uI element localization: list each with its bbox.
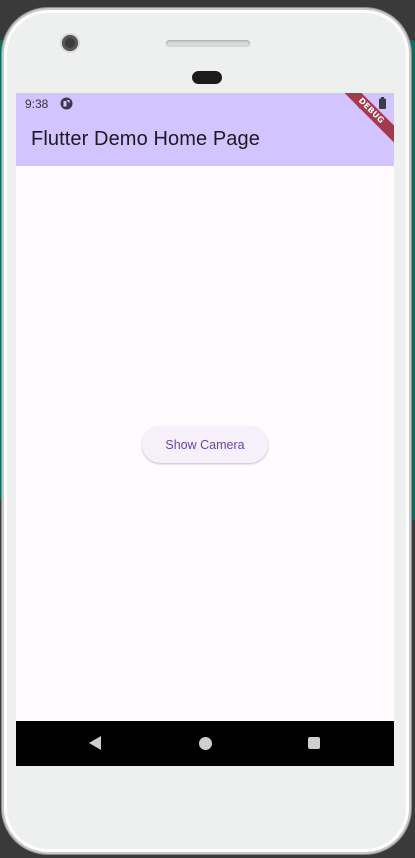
device-screen: 9:38 Flutter Demo Home Page DEBUG Show C… bbox=[16, 93, 394, 766]
show-camera-button[interactable]: Show Camera bbox=[142, 426, 268, 463]
battery-icon bbox=[379, 97, 386, 109]
back-triangle-icon[interactable] bbox=[88, 735, 102, 751]
status-bar: 9:38 bbox=[16, 93, 394, 115]
navigation-bar bbox=[16, 721, 394, 766]
speaker-grille bbox=[166, 40, 250, 47]
main-content: Show Camera bbox=[16, 166, 394, 721]
status-time: 9:38 bbox=[25, 97, 49, 111]
home-circle-icon[interactable] bbox=[199, 737, 212, 750]
flutter-status-icon bbox=[60, 97, 73, 110]
page-title: Flutter Demo Home Page bbox=[31, 128, 260, 150]
proximity-sensor bbox=[192, 71, 222, 84]
front-camera-icon bbox=[62, 35, 78, 51]
recents-square-icon[interactable] bbox=[308, 737, 320, 749]
app-bar: Flutter Demo Home Page bbox=[16, 115, 394, 166]
phone-frame: 9:38 Flutter Demo Home Page DEBUG Show C… bbox=[2, 8, 411, 854]
